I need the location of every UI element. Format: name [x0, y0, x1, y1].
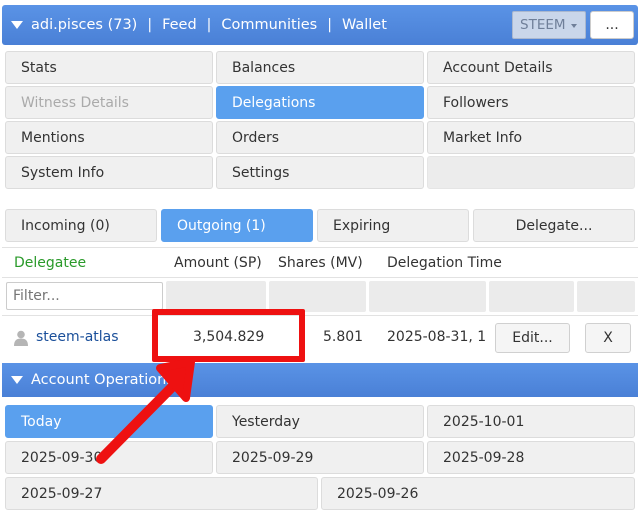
nav-communities-link[interactable]: Communities [221, 17, 317, 33]
menu-stats[interactable]: Stats [5, 51, 213, 84]
menu-orders[interactable]: Orders [216, 121, 424, 154]
menu-delegations[interactable]: Delegations [216, 86, 424, 119]
date-yesterday[interactable]: Yesterday [216, 405, 424, 438]
table-divider [2, 277, 638, 278]
menu-followers[interactable]: Followers [427, 86, 635, 119]
date-2025-09-30[interactable]: 2025-09-30 [5, 441, 213, 474]
shares-value: 5.801 [323, 329, 364, 345]
filter-cell-time [369, 281, 486, 312]
tab-expiring[interactable]: Expiring [317, 209, 469, 242]
header-amount[interactable]: Amount (SP) [174, 255, 262, 271]
chevron-down-icon [571, 24, 577, 28]
date-2025-10-01[interactable]: 2025-10-01 [427, 405, 635, 438]
edit-button[interactable]: Edit... [495, 323, 570, 353]
header-shares[interactable]: Shares (MV) [278, 255, 363, 271]
table-divider [2, 247, 638, 248]
user-icon [14, 330, 28, 346]
filter-cell-remove [577, 281, 635, 312]
delegatee-link[interactable]: steem-atlas [36, 329, 119, 345]
date-today[interactable]: Today [5, 405, 213, 438]
filter-cell-shares [269, 281, 366, 312]
delegation-time-value: 2025-08-31, 17: [387, 329, 487, 345]
menu-witness-details: Witness Details [5, 86, 213, 119]
collapse-triangle-icon[interactable] [11, 376, 23, 384]
collapse-triangle-icon[interactable] [11, 21, 23, 29]
tab-incoming[interactable]: Incoming (0) [5, 209, 157, 242]
currency-select[interactable]: STEEM [512, 11, 586, 39]
nav-feed-link[interactable]: Feed [162, 17, 197, 33]
remove-button[interactable]: X [585, 323, 631, 353]
nav-separator: | [327, 17, 332, 33]
menu-empty-slot [427, 156, 635, 189]
currency-value: STEEM [520, 17, 566, 33]
menu-system-info[interactable]: System Info [5, 156, 213, 189]
account-link[interactable]: adi.pisces (73) [31, 17, 137, 33]
menu-market-info[interactable]: Market Info [427, 121, 635, 154]
menu-balances[interactable]: Balances [216, 51, 424, 84]
tab-delegate[interactable]: Delegate... [473, 209, 635, 242]
nav-separator: | [147, 17, 153, 33]
top-nav-bar: adi.pisces (73) | Feed | Communities | W… [2, 5, 638, 45]
date-2025-09-27[interactable]: 2025-09-27 [5, 477, 318, 510]
table-divider [2, 315, 638, 316]
date-2025-09-29[interactable]: 2025-09-29 [216, 441, 424, 474]
header-delegatee[interactable]: Delegatee [14, 255, 86, 271]
account-operations-title: Account Operations [31, 372, 174, 388]
nav-separator: | [206, 17, 212, 33]
menu-mentions[interactable]: Mentions [5, 121, 213, 154]
date-2025-09-28[interactable]: 2025-09-28 [427, 441, 635, 474]
menu-account-details[interactable]: Account Details [427, 51, 635, 84]
annotation-highlight-box [152, 309, 305, 362]
more-button[interactable]: ... [590, 11, 634, 39]
account-operations-bar[interactable]: Account Operations [2, 363, 638, 397]
nav-wallet-link[interactable]: Wallet [342, 17, 387, 33]
header-delegation-time[interactable]: Delegation Time [387, 255, 502, 271]
menu-settings[interactable]: Settings [216, 156, 424, 189]
filter-cell-amount [166, 281, 266, 312]
filter-input[interactable] [6, 282, 163, 310]
filter-cell-edit [489, 281, 574, 312]
tab-outgoing[interactable]: Outgoing (1) [161, 209, 313, 242]
date-2025-09-26[interactable]: 2025-09-26 [321, 477, 635, 510]
